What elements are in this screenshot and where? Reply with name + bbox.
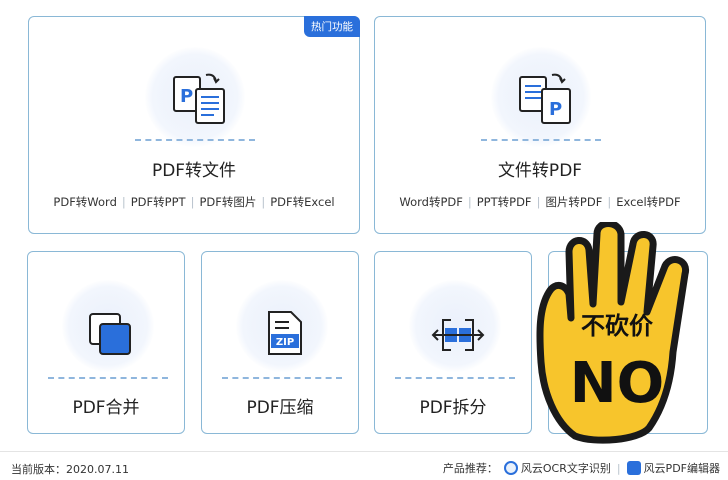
link-excel-to-pdf[interactable]: Excel转PDF bbox=[616, 195, 680, 209]
separator: | bbox=[536, 195, 541, 209]
link-pdf-to-ppt[interactable]: PDF转PPT bbox=[131, 195, 186, 209]
card-file-to-pdf[interactable]: P 文件转PDF Word转PDF | PPT转PDF | 图片转PDF | Excel转P… bbox=[374, 16, 706, 234]
separator: | bbox=[190, 195, 195, 209]
divider bbox=[135, 139, 255, 141]
pdf-to-file-icon: P bbox=[173, 73, 225, 124]
merge-icon bbox=[89, 313, 131, 355]
product-recommendations: 产品推荐： 风云OCR文字识别 | 风云PDF编辑器 bbox=[443, 460, 720, 476]
sticker-top-text: 不砍价 bbox=[581, 312, 654, 340]
link-pdf-to-excel[interactable]: PDF转Excel bbox=[270, 195, 334, 209]
zip-label: ZIP bbox=[276, 337, 294, 348]
link-ppt-to-pdf[interactable]: PPT转PDF bbox=[477, 195, 532, 209]
svg-text:P: P bbox=[180, 86, 193, 107]
zip-icon: ZIP bbox=[268, 311, 302, 355]
card-title: PDF合并 bbox=[72, 398, 140, 418]
link-image-to-pdf[interactable]: 图片转PDF bbox=[545, 195, 602, 209]
version-text: 当前版本：2020.07.11 bbox=[11, 463, 129, 476]
link-pdf-to-image[interactable]: PDF转图片 bbox=[199, 195, 256, 209]
card-pdf-split[interactable]: PDF拆分 bbox=[374, 251, 532, 434]
card-title: PDF压缩 bbox=[246, 398, 314, 418]
pdf-editor-icon bbox=[626, 461, 641, 475]
card-title: 文件转PDF bbox=[497, 161, 583, 181]
card-pdf-merge[interactable]: PDF合并 bbox=[27, 251, 185, 434]
card-title: PDF转文件 bbox=[151, 161, 237, 181]
svg-text:P: P bbox=[549, 99, 562, 120]
product-pdf-editor-label: 风云PDF编辑器 bbox=[643, 462, 720, 475]
separator: | bbox=[261, 195, 266, 209]
card-pdf-compress[interactable]: ZIP PDF压缩 bbox=[201, 251, 359, 434]
product-ocr-label: 风云OCR文字识别 bbox=[520, 462, 611, 475]
product-ocr[interactable]: 风云OCR文字识别 bbox=[503, 460, 611, 476]
product-pdf-editor[interactable]: 风云PDF编辑器 bbox=[626, 460, 720, 476]
separator: | bbox=[467, 195, 472, 209]
sub-links: Word转PDF | PPT转PDF | 图片转PDF | Excel转PDF bbox=[375, 194, 705, 210]
footer-divider bbox=[0, 451, 728, 452]
no-bargain-hand-sticker: 不砍价 NO bbox=[536, 222, 690, 444]
divider bbox=[48, 377, 168, 379]
divider bbox=[222, 377, 342, 379]
separator: | bbox=[121, 195, 126, 209]
divider bbox=[481, 139, 601, 141]
card-pdf-to-file[interactable]: 热门功能 P PDF转文件 PDF转Word | PDF转PPT | PDF转图片 | PD… bbox=[28, 16, 360, 234]
split-icon bbox=[431, 319, 485, 351]
separator: | bbox=[607, 195, 612, 209]
file-to-pdf-icon: P bbox=[519, 73, 571, 124]
sub-links: PDF转Word | PDF转PPT | PDF转图片 | PDF转Excel bbox=[29, 194, 359, 210]
divider bbox=[395, 377, 515, 379]
link-pdf-to-word[interactable]: PDF转Word bbox=[53, 195, 116, 209]
ocr-eye-icon bbox=[503, 461, 518, 475]
link-word-to-pdf[interactable]: Word转PDF bbox=[399, 195, 462, 209]
products-label: 产品推荐： bbox=[442, 462, 498, 475]
sticker-big-text: NO bbox=[570, 351, 664, 416]
hot-feature-badge: 热门功能 bbox=[304, 16, 360, 37]
card-title: PDF拆分 bbox=[419, 398, 487, 418]
separator: | bbox=[616, 461, 621, 475]
